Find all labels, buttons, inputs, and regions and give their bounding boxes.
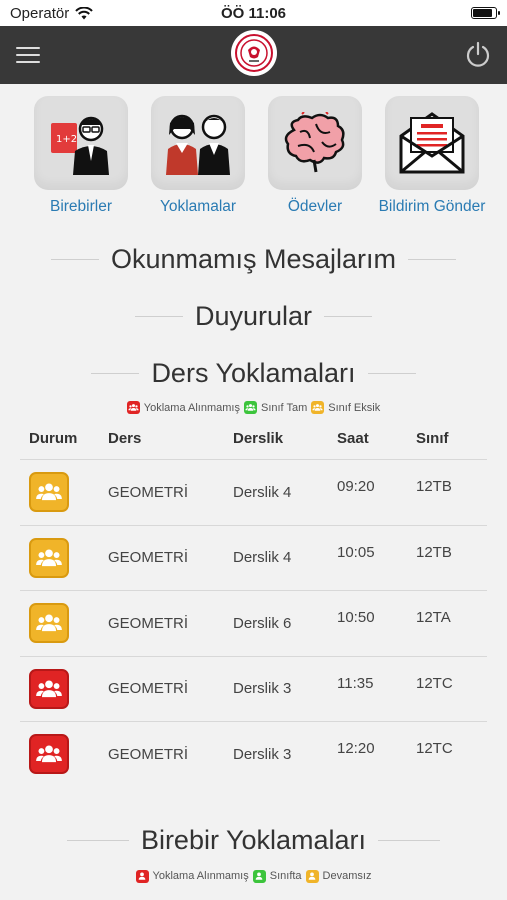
quick-action-label: Ödevler: [287, 198, 343, 215]
section-lesson-attendance: Ders Yoklamaları: [0, 358, 507, 389]
header-saat: Saat: [337, 430, 369, 447]
quick-action-yoklamalar[interactable]: Yoklamalar: [143, 96, 253, 216]
section-unread-messages[interactable]: Okunmamış Mesajlarım: [0, 244, 507, 275]
wifi-icon: [75, 6, 93, 19]
carrier-info: Operatör: [10, 5, 93, 22]
legend-color-swatch: [305, 869, 319, 883]
table-row[interactable]: GEOMETRİ Derslik 4 10:05 12TB: [20, 524, 487, 591]
table-row[interactable]: GEOMETRİ Derslik 3 11:35 12TC: [20, 655, 487, 722]
main-content: 1+2 Birebirler Yoklamalar Ödevler Bildir…: [0, 84, 507, 900]
saat-cell: 12:20: [337, 740, 375, 757]
table-row[interactable]: GEOMETRİ Derslik 3 12:20 12TC: [20, 721, 487, 787]
derslik-cell: Derslik 4: [233, 483, 292, 501]
table-row[interactable]: GEOMETRİ Derslik 4 09:20 12TB: [20, 459, 487, 525]
status-cell: [20, 603, 108, 644]
legend-color-swatch: [252, 869, 266, 883]
legend-label: Yoklama Alınmamış: [143, 401, 240, 414]
section-title-private-attendance: Birebir Yoklamaları: [140, 824, 367, 855]
section-title-lesson-attendance: Ders Yoklamaları: [151, 358, 356, 388]
group-status-icon[interactable]: [29, 537, 69, 578]
svg-text:1+2: 1+2: [56, 134, 77, 145]
quick-action-bildirim[interactable]: Bildirim Gönder: [377, 96, 487, 216]
brain-icon[interactable]: [268, 96, 362, 190]
divider-line: [367, 373, 416, 374]
divider-line: [50, 259, 99, 260]
status-cell: [20, 472, 108, 513]
ders-cell: GEOMETRİ: [108, 614, 189, 632]
status-bar: Operatör ÖÖ 11:06: [0, 0, 507, 26]
table-row[interactable]: GEOMETRİ Derslik 6 10:50 12TA: [20, 590, 487, 656]
section-announcements[interactable]: Duyurular: [0, 301, 507, 332]
school-logo: [231, 30, 277, 76]
legend-label: Sınıf Tam: [260, 401, 308, 414]
legend-label: Yoklama Alınmamış: [152, 870, 249, 882]
lesson-table-body: GEOMETRİ Derslik 4 09:20 12TB GEOMETRİ D…: [0, 459, 507, 787]
header-partial: [28, 897, 128, 900]
group-status-icon[interactable]: [29, 734, 69, 775]
derslik-cell: Derslik 6: [233, 614, 292, 632]
sinif-cell: 12TC: [416, 740, 453, 757]
header-ders: Ders: [108, 430, 142, 447]
quick-action-odevler[interactable]: Ödevler: [260, 96, 370, 216]
saat-cell: 11:35: [337, 674, 374, 692]
sinif-cell: 12TC: [416, 674, 453, 692]
quick-action-label: Bildirim Gönder: [378, 198, 486, 215]
saat-cell: 09:20: [337, 478, 375, 495]
power-icon[interactable]: [465, 40, 491, 70]
group-status-icon[interactable]: [29, 668, 69, 709]
section-title-announcements: Duyurular: [194, 301, 313, 331]
legend-color-swatch: [126, 401, 140, 414]
hamburger-icon[interactable]: [16, 47, 40, 63]
quick-action-label: Birebirler: [49, 198, 112, 215]
derslik-cell: Derslik 3: [233, 680, 292, 698]
divider-line: [324, 316, 373, 317]
divider-line: [91, 373, 140, 374]
battery-icon: [471, 7, 500, 19]
derslik-cell: Derslik 3: [233, 745, 292, 763]
group-status-icon[interactable]: [29, 472, 69, 513]
saat-cell: 10:50: [337, 609, 375, 626]
header-durum: Durum: [29, 430, 78, 447]
status-cell: [20, 734, 108, 775]
sinif-cell: 12TA: [416, 609, 451, 626]
legend-color-swatch: [243, 401, 257, 414]
private-legend: Yoklama Alınmamış Sınıfta Devamsız: [0, 869, 507, 883]
divider-line: [134, 316, 183, 317]
ders-cell: GEOMETRİ: [108, 483, 189, 501]
legend-color-swatch: [311, 401, 325, 414]
divider-line: [66, 839, 129, 841]
sinif-cell: 12TB: [416, 543, 452, 561]
divider-line: [408, 259, 457, 260]
section-private-attendance: Birebir Yoklamaları: [0, 825, 507, 856]
quick-actions: 1+2 Birebirler Yoklamalar Ödevler Bildir…: [0, 84, 507, 216]
envelope-icon[interactable]: [385, 96, 479, 190]
status-cell: [20, 537, 108, 578]
top-nav-bar: [0, 26, 507, 84]
divider-line: [378, 839, 441, 841]
students-icon[interactable]: [151, 96, 245, 190]
sinif-cell: 12TB: [416, 478, 452, 495]
legend-label: Sınıfta: [269, 870, 302, 882]
legend-label: Sınıf Eksik: [328, 401, 381, 414]
header-sinif: Sınıf: [416, 430, 449, 447]
saat-cell: 10:05: [337, 543, 375, 561]
ders-cell: GEOMETRİ: [108, 680, 189, 698]
lesson-table-header: Durum Ders Derslik Saat Sınıf: [0, 430, 507, 447]
header-derslik: Derslik: [233, 430, 284, 447]
section-title-unread: Okunmamış Mesajlarım: [110, 244, 397, 274]
legend-color-swatch: [135, 869, 149, 883]
status-cell: [20, 668, 108, 709]
ders-cell: GEOMETRİ: [108, 745, 189, 763]
quick-action-label: Yoklamalar: [159, 198, 237, 215]
lesson-legend: Yoklama Alınmamış Sınıf Tam Sınıf Eksik: [0, 401, 507, 414]
derslik-cell: Derslik 4: [233, 549, 292, 567]
ders-cell: GEOMETRİ: [108, 549, 189, 567]
private-table-header: [0, 897, 507, 900]
legend-label: Devamsız: [322, 870, 372, 882]
group-status-icon[interactable]: [29, 603, 69, 644]
carrier-label: Operatör: [10, 4, 70, 22]
teacher-board-icon[interactable]: 1+2: [34, 96, 128, 190]
quick-action-birebirler[interactable]: 1+2 Birebirler: [26, 96, 136, 216]
